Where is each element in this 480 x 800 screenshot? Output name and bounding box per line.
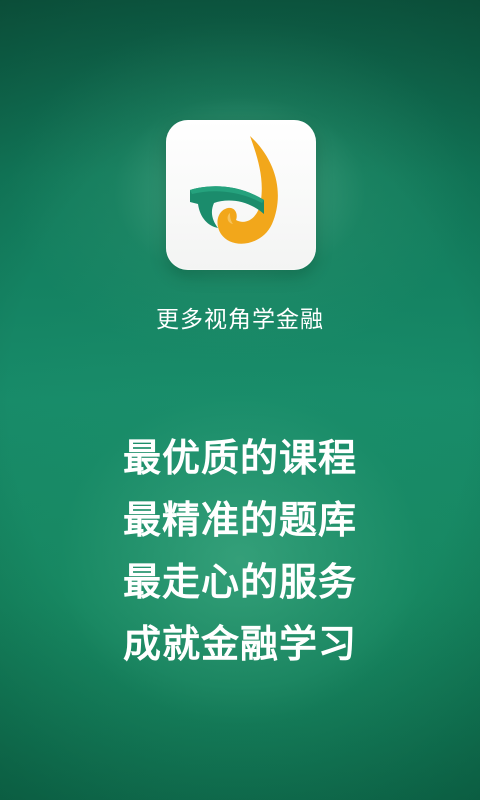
splash-screen: 更多视角学金融 最优质的课程 最精准的题库 最走心的服务 成就金融学习 — [0, 0, 480, 800]
swirl-leaf-logo-icon — [190, 136, 278, 244]
slogan-list: 最优质的课程 最精准的题库 最走心的服务 成就金融学习 — [0, 430, 480, 678]
slogan-line: 最精准的题库 — [122, 498, 357, 542]
slogan-line: 成就金融学习 — [122, 622, 357, 666]
slogan-line: 最走心的服务 — [122, 560, 357, 604]
slogan-line: 最优质的课程 — [122, 436, 357, 480]
app-logo — [166, 120, 316, 270]
app-tagline: 更多视角学金融 — [156, 307, 324, 333]
